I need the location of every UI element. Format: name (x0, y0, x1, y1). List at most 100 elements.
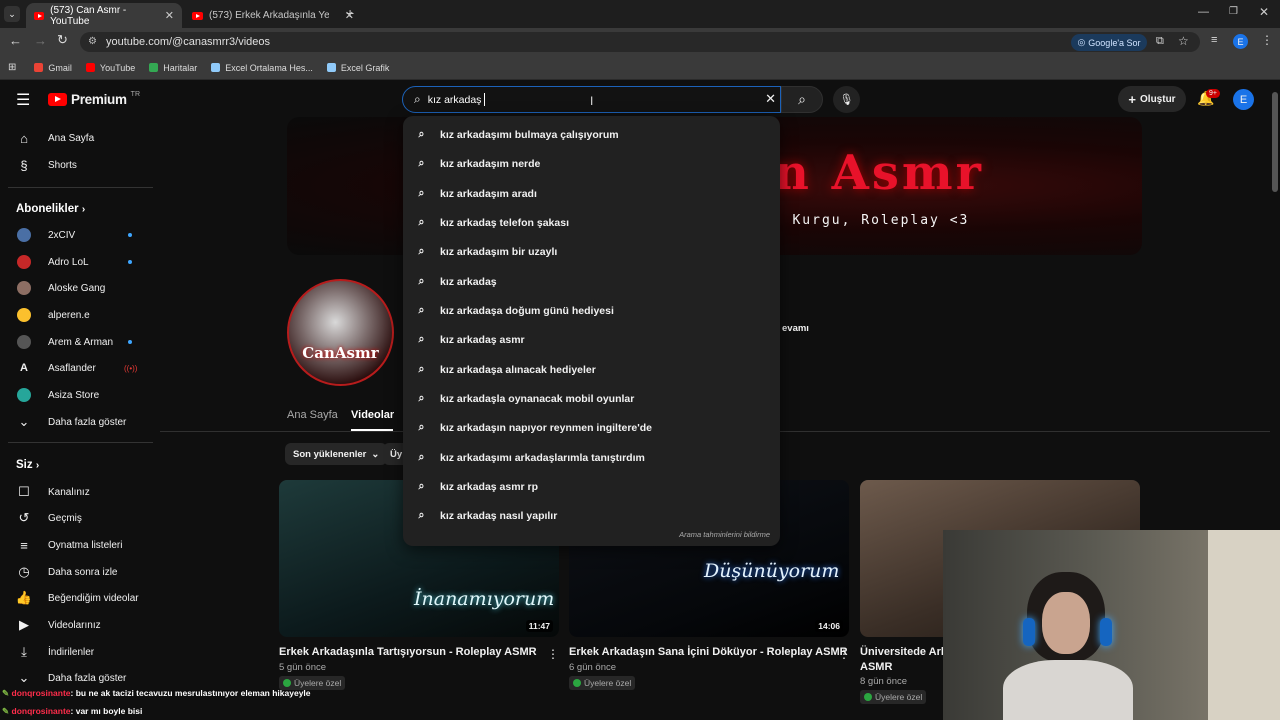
browser-tab-bar: ⌄ (573) Can Asmr - YouTube ✕ (573) Erkek… (0, 0, 1280, 28)
youtube-icon (85, 63, 95, 72)
sidebar-item-watch-later[interactable]: ◷ Daha sonra izle (0, 559, 155, 585)
sidebar-show-more[interactable]: ⌄ Daha fazla göster (0, 409, 155, 435)
chevron-right-icon: › (35, 460, 40, 471)
download-icon: ⤓ (21, 644, 27, 659)
suggestion-item[interactable]: ⌕ kız arkadaşımı arkadaşlarımla tanıştırd… (403, 443, 780, 472)
suggestion-item[interactable]: ⌕ kız arkadaşım bir uzaylı (403, 237, 780, 266)
clear-search-icon[interactable]: ✕ (765, 91, 776, 107)
suggestion-item[interactable]: ⌕ kız arkadaş (403, 267, 780, 296)
sort-chip[interactable]: Son yüklenenler ⌄ (285, 443, 388, 465)
new-content-dot (128, 340, 132, 344)
sidebar-divider (8, 187, 153, 188)
sidebar-sub-adro-lol[interactable]: Adro LoL (0, 249, 155, 275)
close-tab-icon[interactable]: ✕ (165, 9, 174, 22)
channel-avatar (17, 388, 31, 402)
search-icon: ⌕ (798, 91, 806, 107)
sidebar-item-history[interactable]: ↺ Geçmiş (0, 505, 155, 531)
back-icon[interactable]: ← (9, 33, 22, 48)
tab-home[interactable]: Ana Sayfa (287, 409, 338, 421)
tab-videos[interactable]: Videolar (351, 409, 394, 421)
sidebar-item-your-videos[interactable]: ▶ Videolarınız (0, 612, 155, 638)
suggestion-item[interactable]: ⌕ kız arkadaş telefon şakası (403, 208, 780, 237)
new-tab-icon[interactable]: + (346, 5, 354, 21)
account-avatar[interactable]: E (1233, 89, 1254, 110)
suggestion-item[interactable]: ⌕ kız arkadaşımı bulmaya çalışıyorum (403, 120, 780, 149)
check-icon (864, 693, 872, 701)
suggestion-item[interactable]: ⌕ kız arkadaşa alınacak hediyeler (403, 355, 780, 384)
tab-can-asmr[interactable]: (573) Can Asmr - YouTube ✕ (26, 3, 182, 28)
members-chip[interactable]: Üy (383, 443, 403, 465)
gmail-icon (34, 63, 44, 72)
sidebar-sub-2xciv[interactable]: 2xCIV (0, 222, 155, 248)
video-menu-icon[interactable]: ⋮ (838, 647, 850, 661)
google-ask-button[interactable]: ◎ Google'a Sor (1071, 34, 1147, 51)
reload-icon[interactable]: ↻ (57, 32, 68, 48)
suggestion-item[interactable]: ⌕ kız arkadaşım aradı (403, 179, 780, 208)
subscriptions-header[interactable]: Abonelikler › (16, 203, 85, 215)
page-scrollbar[interactable] (1272, 92, 1278, 192)
bookmark-maps[interactable]: Haritalar (149, 63, 197, 73)
hamburger-menu-icon[interactable]: ☰ (16, 90, 30, 110)
minimize-icon[interactable]: — (1198, 6, 1209, 18)
bookmark-excel-avg[interactable]: Excel Ortalama Hes... (211, 63, 313, 73)
sidebar-item-your-channel[interactable]: ☐ Kanalınız (0, 479, 155, 505)
suggestion-item[interactable]: ⌕ kız arkadaş asmr (403, 325, 780, 354)
suggestion-item[interactable]: ⌕ kız arkadaşla oynanacak mobil oyunlar (403, 384, 780, 413)
youtube-premium-logo[interactable]: Premium TR (48, 91, 140, 107)
sidebar-sub-alperen[interactable]: alperen.e (0, 302, 155, 328)
close-window-icon[interactable]: ✕ (1259, 5, 1269, 19)
suggestion-item[interactable]: ⌕ kız arkadaşa doğum günü hediyesi (403, 296, 780, 325)
sidebar-sub-asaflander[interactable]: A Asaflander ((•)) (0, 355, 155, 381)
video-title[interactable]: Üniversitede Arka (860, 646, 953, 658)
site-info-icon[interactable]: ⚙ (88, 36, 97, 47)
sidebar-item-downloads[interactable]: ⤓ İndirilenler (0, 639, 155, 665)
suggestion-item[interactable]: ⌕ kız arkadaşın napıyor reynmen ingiltere… (403, 413, 780, 442)
media-icon[interactable]: ≡ (1211, 34, 1217, 46)
suggestion-text: kız arkadaşımı arkadaşlarımla tanıştırdı… (440, 451, 645, 464)
tab-erkek-arkadas[interactable]: (573) Erkek Arkadaşınla Yeniden ✕ (184, 3, 362, 28)
youtube-logo-icon (48, 93, 67, 106)
sidebar-sub-asiza-store[interactable]: Asiza Store (0, 382, 155, 408)
profile-avatar[interactable]: E (1233, 34, 1248, 49)
sidebar-item-home[interactable]: ⌂ Ana Sayfa (0, 125, 155, 151)
bookmark-gmail[interactable]: Gmail (34, 63, 72, 73)
description-more-link[interactable]: evamı (782, 323, 809, 334)
sidebar-item-label: Ana Sayfa (48, 132, 95, 144)
report-predictions-link[interactable]: Arama tahminlerini bildirme (679, 530, 770, 539)
video-menu-icon[interactable]: ⋮ (547, 647, 559, 661)
search-button[interactable]: ⌕ (781, 86, 823, 113)
bookmark-excel-chart[interactable]: Excel Grafik (326, 63, 389, 73)
sidebar-sub-arem-arman[interactable]: Arem & Arman (0, 329, 155, 355)
logo-text: Premium (71, 92, 127, 107)
sidebar-item-playlists[interactable]: ≡ Oynatma listeleri (0, 532, 155, 558)
bookmark-youtube[interactable]: YouTube (85, 63, 135, 73)
suggestion-text: kız arkadaşımı bulmaya çalışıyorum (440, 128, 619, 141)
suggestion-item[interactable]: ⌕ kız arkadaş asmr rp (403, 472, 780, 501)
suggestion-item[interactable]: ⌕ kız arkadaş nasıl yapılır (403, 501, 780, 530)
menu-dots-icon[interactable]: ⋮ (1261, 33, 1273, 47)
create-button[interactable]: + Oluştur (1118, 86, 1186, 112)
install-icon[interactable]: ⧉ (1156, 35, 1164, 48)
voice-search-button[interactable]: 🎙 (833, 86, 860, 113)
google-ask-label: Google'a Sor (1088, 37, 1141, 48)
you-label: Siz (16, 459, 33, 471)
chat-message: ✎ donqrosinante: bu ne ak tacizi tecavuz… (2, 688, 311, 699)
video-title[interactable]: Erkek Arkadaşın Sana İçini Döküyor - Rol… (569, 646, 848, 658)
video-title[interactable]: Erkek Arkadaşınla Tartışıyorsun - Rolepl… (279, 646, 537, 658)
tab-search-icon[interactable]: ⌄ (4, 6, 20, 22)
url-field[interactable]: ⚙ youtube.com/@canasmrr3/videos (80, 32, 1200, 52)
webcam-person-face (1042, 592, 1090, 654)
forward-icon[interactable]: → (34, 33, 47, 48)
chevron-down-icon: ⌄ (18, 414, 30, 429)
apps-grid-icon[interactable]: ⊞ (8, 62, 16, 73)
video-duration: 14:06 (815, 620, 843, 632)
suggestion-item[interactable]: ⌕ kız arkadaşım nerde (403, 149, 780, 178)
you-header[interactable]: Siz › (16, 459, 39, 471)
sidebar-sub-aloske-gang[interactable]: Aloske Gang (0, 275, 155, 301)
bookmark-star-icon[interactable]: ☆ (1178, 34, 1189, 48)
channel-avatar[interactable]: CanAsmr (287, 279, 394, 386)
sidebar-item-shorts[interactable]: § Shorts (0, 152, 155, 178)
sidebar-item-liked[interactable]: 👍 Beğendiğim videolar (0, 585, 155, 611)
restore-icon[interactable]: ❐ (1229, 6, 1238, 17)
channel-icon: ☐ (18, 484, 30, 499)
